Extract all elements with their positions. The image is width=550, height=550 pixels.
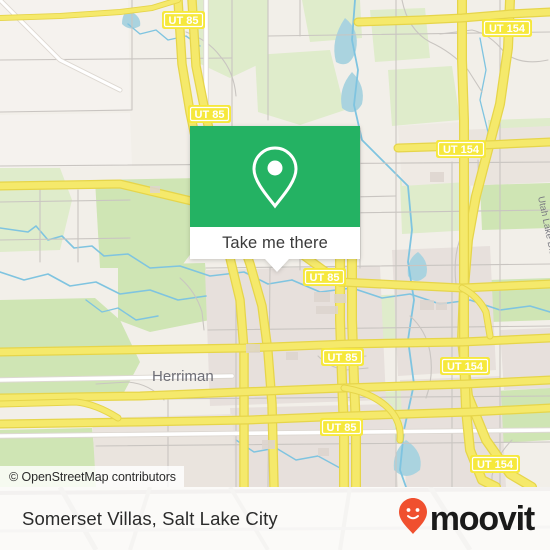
highway-shield-label: UT 85 [195,109,225,121]
footer-bar: Somerset Villas, Salt Lake City moovit [0,487,550,550]
highway-shield: UT 154 [440,357,490,375]
highway-shield-label: UT 154 [477,459,514,471]
highway-shield-label: UT 85 [328,352,358,364]
highway-shield-label: UT 154 [443,144,480,156]
moovit-brand-logo[interactable]: moovit [398,497,535,540]
highway-shield: UT 85 [320,418,363,436]
moovit-smiley-pin-icon [398,497,428,540]
osm-attribution[interactable]: © OpenStreetMap contributors [0,466,184,487]
highway-shield: UT 85 [303,268,346,286]
popup-header [190,126,360,227]
location-title: Somerset Villas, Salt Lake City [22,507,278,529]
highway-shield-label: UT 85 [310,272,340,284]
highway-shield-label: UT 154 [489,23,526,35]
highway-shield: UT 154 [470,455,520,473]
location-popup[interactable]: Take me there [190,126,360,272]
highway-shield-label: UT 85 [327,422,357,434]
map-screenshot: .hw { stroke:#f5e96b; stroke-linecap:rou… [0,0,550,550]
highway-shield: UT 154 [482,19,532,37]
highway-shield: UT 154 [436,140,486,158]
highway-shield-label: UT 154 [447,361,484,373]
map-pin-icon [249,144,301,210]
map-label-herriman: Herriman [152,368,214,385]
highway-shield-label: UT 85 [169,15,199,27]
popup-action-bar[interactable]: Take me there [190,227,360,259]
popup-tail [265,259,289,272]
highway-shield: UT 85 [188,105,231,123]
highway-shield: UT 85 [321,348,364,366]
take-me-there-label: Take me there [222,233,328,252]
highway-shield: UT 85 [162,11,205,29]
moovit-wordmark: moovit [429,499,535,538]
